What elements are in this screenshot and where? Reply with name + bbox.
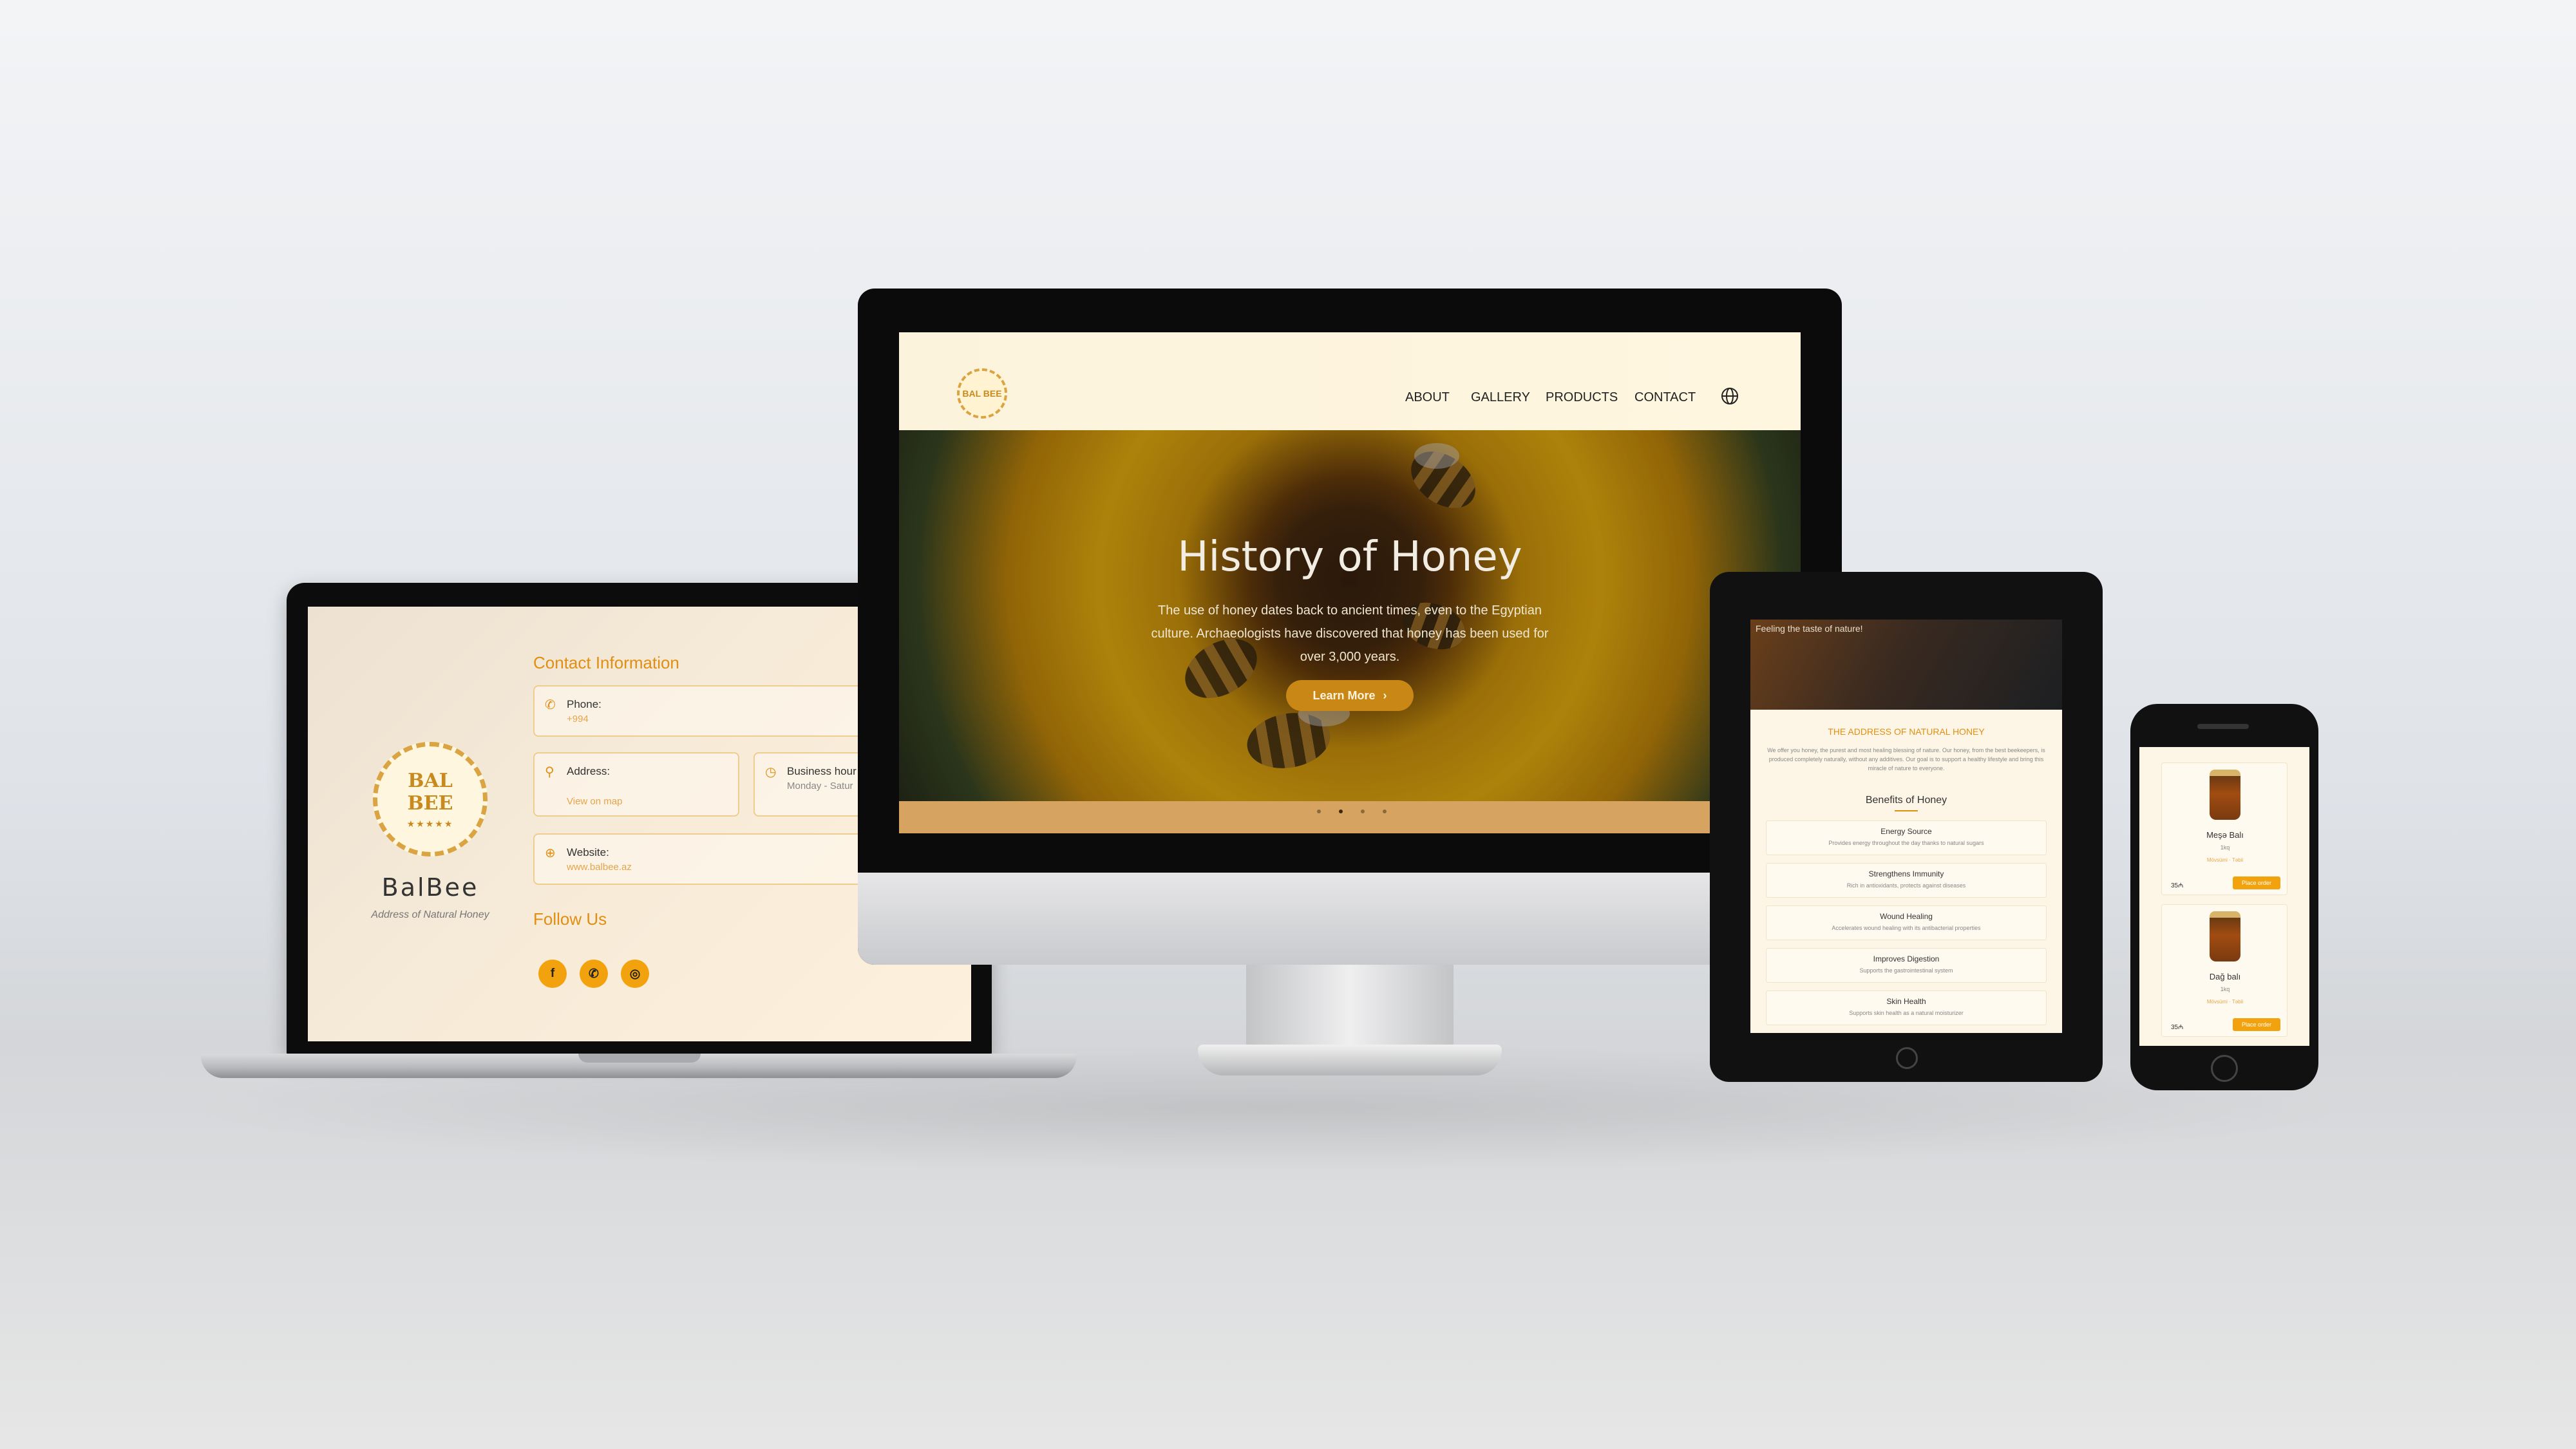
nav-products[interactable]: PRODUCTS [1546,390,1618,405]
benefit-card[interactable]: Improves Digestion Supports the gastroin… [1766,948,2047,983]
product-price: 35₼ [2171,1024,2184,1031]
location-pin-icon: ⚲ [545,765,554,779]
site-logo[interactable]: BAL BEE [957,368,1007,419]
nav-about[interactable]: ABOUT [1405,390,1450,405]
balbee-logo: BAL BEE ★★★★★ [373,742,488,857]
monitor-stand-neck [1246,965,1454,1048]
phone-screen-products-page: Meşə Balı 1kq Mövsümi · Təbii 35₼ Place … [2139,747,2309,1046]
website-link[interactable]: www.balbee.az [567,862,632,873]
clock-icon: ◷ [765,765,777,779]
benefit-card[interactable]: Wound Healing Accelerates wound healing … [1766,905,2047,940]
site-header: BAL BEE ABOUT GALLERY PRODUCTS CONTACT [899,332,1801,430]
globe-icon: ⊕ [545,846,556,860]
hours-label: Business hour [787,765,857,777]
benefits-heading: Benefits of Honey [1865,795,1947,806]
address-label: Address: [567,765,611,777]
facebook-icon[interactable]: f [538,960,567,988]
product-card: Dağ balı 1kq Mövsümi · Təbii 35₼ Place o… [2161,904,2287,1037]
nav-gallery[interactable]: GALLERY [1471,390,1530,405]
phone-icon: ✆ [545,698,556,712]
phone-speaker [2197,724,2249,729]
nav-contact[interactable]: CONTACT [1634,390,1696,405]
brand-block: BAL BEE ★★★★★ BalBee Address of Natural … [334,742,527,921]
language-globe-icon[interactable] [1720,386,1739,406]
website-label: Website: [567,846,609,858]
tablet-home-button [1896,1047,1918,1069]
benefit-card[interactable]: Skin Health Supports skin health as a na… [1766,990,2047,1025]
product-price: 35₼ [2171,882,2184,889]
product-name: Meşə Balı [2206,830,2244,840]
brand-name: BalBee [381,873,479,902]
product-name: Dağ balı [2209,972,2241,981]
phone-label: Phone: [567,698,601,710]
slider-dot[interactable] [1383,810,1387,813]
phone-value[interactable]: +994 [567,714,589,724]
learn-more-label: Learn More [1312,688,1376,702]
place-order-button[interactable]: Place order [2233,876,2280,889]
slider-dot-active[interactable] [1339,810,1343,813]
contact-heading: Contact Information [533,653,679,672]
heading-underline [1895,810,1918,811]
learn-more-button[interactable]: Learn More › [1286,680,1414,711]
honey-jar-image [2210,770,2240,820]
hours-value: Monday - Satur [787,781,853,791]
benefit-card[interactable]: Energy Source Provides energy throughout… [1766,820,2047,855]
slider-bar [899,801,1801,833]
about-heading: THE ADDRESS OF NATURAL HONEY [1828,726,1985,737]
product-weight: 1kq [2220,986,2230,992]
brand-tagline: Address of Natural Honey [371,909,489,920]
monitor-chin [858,873,1842,965]
product-tags: Mövsümi · Təbii [2206,857,2244,863]
address-card: ⚲ Address: View on map [533,752,739,817]
honey-jar-image [2210,911,2240,961]
monitor-stand-foot [1198,1045,1502,1075]
hero-text: The use of honey dates back to ancient t… [1151,603,1549,664]
follow-us-heading: Follow Us [533,909,607,929]
slider-dot[interactable] [1361,810,1365,813]
instagram-icon[interactable]: ◎ [621,960,649,988]
product-tags: Mövsümi · Təbii [2206,999,2244,1005]
hero-title: History of Honey [1177,533,1522,581]
product-card: Meşə Balı 1kq Mövsümi · Təbii 35₼ Place … [2161,762,2287,895]
benefit-card[interactable]: Strengthens Immunity Rich in antioxidant… [1766,863,2047,898]
tablet-hero-image: Feeling the taste of nature! [1750,620,2062,710]
tablet-screen-about-page: Feeling the taste of nature! THE ADDRESS… [1750,620,2062,1033]
place-order-button[interactable]: Place order [2233,1018,2280,1031]
monitor-screen-home-page: BAL BEE ABOUT GALLERY PRODUCTS CONTACT H… [899,332,1801,833]
hero-slider: History of Honey The use of honey dates … [899,430,1801,801]
phone-home-button [2211,1055,2238,1082]
laptop-notch [578,1054,701,1063]
about-paragraph: We offer you honey, the purest and most … [1767,747,2045,772]
chevron-right-icon: › [1383,688,1387,702]
view-on-map-link[interactable]: View on map [567,796,622,807]
tablet-hero-text: Feeling the taste of nature! [1756,623,1863,634]
whatsapp-icon[interactable]: ✆ [580,960,608,988]
slider-dot[interactable] [1317,810,1321,813]
product-weight: 1kq [2220,844,2230,851]
